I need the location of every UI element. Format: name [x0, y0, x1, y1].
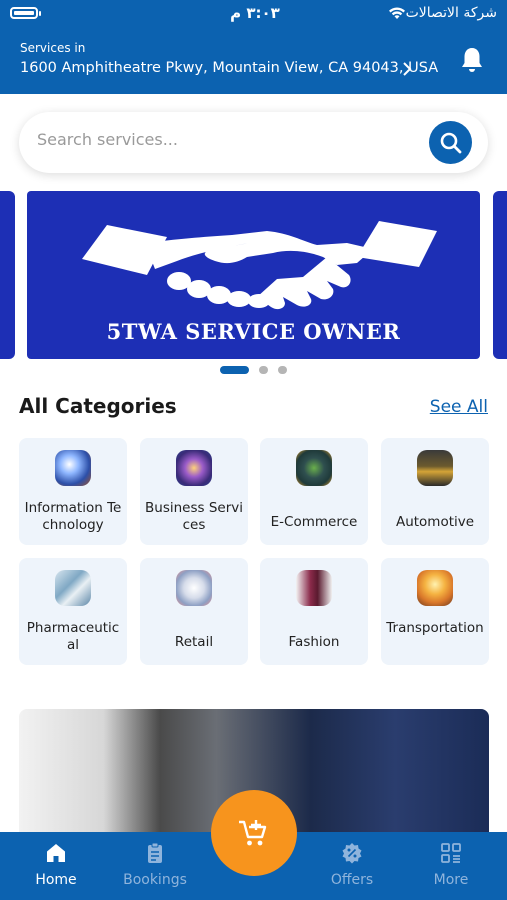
cart-fab-button[interactable] — [211, 790, 297, 876]
status-time: ٣:٠٣ م — [230, 4, 280, 22]
category-tile[interactable]: Fashion — [260, 558, 368, 665]
nav-label: Home — [35, 872, 77, 888]
category-tile[interactable]: Retail — [140, 558, 248, 665]
nav-bookings[interactable]: Bookings — [110, 832, 200, 900]
nav-more[interactable]: More — [406, 832, 496, 900]
nav-label: More — [433, 872, 469, 888]
search-icon — [440, 132, 462, 154]
badge-percent-icon — [342, 843, 362, 864]
category-image — [417, 450, 453, 486]
category-image — [176, 450, 212, 486]
nav-label: Bookings — [123, 872, 187, 888]
category-image — [296, 570, 332, 606]
category-label: Business Services — [145, 500, 243, 533]
notification-bell-icon[interactable] — [460, 46, 484, 74]
carousel-dot-1[interactable] — [220, 366, 249, 374]
category-label: Pharmaceutical — [26, 620, 120, 653]
category-label: Transportation — [386, 620, 484, 636]
carrier-name: شركة الاتصالات — [405, 5, 497, 21]
category-label: Fashion — [288, 634, 340, 650]
battery-tip — [39, 11, 41, 16]
clipboard-icon — [148, 842, 162, 863]
see-all-link[interactable]: See All — [430, 397, 488, 417]
category-image — [55, 570, 91, 606]
search-bar[interactable] — [19, 112, 488, 173]
carousel-dot-2[interactable] — [259, 366, 268, 374]
app-header: ٣:٠٣ م شركة الاتصالات Services in 1600 A… — [0, 0, 507, 94]
banner-slide[interactable]: 5TWA SERVICE OWNER — [27, 191, 480, 359]
category-tile[interactable]: Automotive — [381, 438, 489, 545]
category-image — [417, 570, 453, 606]
grid-icon — [441, 843, 461, 863]
section-title: All Categories — [19, 394, 177, 418]
battery-icon — [10, 7, 38, 19]
search-button[interactable] — [429, 121, 472, 164]
location-address[interactable]: 1600 Amphitheatre Pkwy, Mountain View, C… — [20, 60, 438, 76]
category-label: Automotive — [395, 514, 475, 530]
nav-home[interactable]: Home — [11, 832, 101, 900]
category-image — [55, 450, 91, 486]
search-input[interactable] — [37, 130, 417, 149]
category-label: Information Technology — [24, 500, 122, 533]
carousel-next-slide[interactable] — [493, 191, 507, 359]
add-to-cart-icon — [239, 820, 267, 846]
home-icon — [47, 844, 65, 862]
carousel-dot-3[interactable] — [278, 366, 287, 374]
category-tile[interactable]: E-Commerce — [260, 438, 368, 545]
nav-offers[interactable]: Offers — [307, 832, 397, 900]
category-tile[interactable]: Transportation — [381, 558, 489, 665]
banner-caption: 5TWA SERVICE OWNER — [106, 319, 401, 344]
services-in-label: Services in — [20, 41, 86, 55]
wifi-icon — [389, 7, 405, 19]
carousel-prev-slide[interactable] — [0, 191, 15, 359]
category-tile[interactable]: Information Technology — [19, 438, 127, 545]
category-label: E-Commerce — [270, 514, 358, 530]
status-bar: ٣:٠٣ م شركة الاتصالات — [0, 0, 507, 30]
chevron-right-icon[interactable] — [402, 61, 412, 77]
category-image — [296, 450, 332, 486]
nav-label: Offers — [330, 872, 374, 888]
category-tile[interactable]: Pharmaceutical — [19, 558, 127, 665]
category-label: Retail — [174, 634, 214, 650]
category-image — [176, 570, 212, 606]
category-tile[interactable]: Business Services — [140, 438, 248, 545]
